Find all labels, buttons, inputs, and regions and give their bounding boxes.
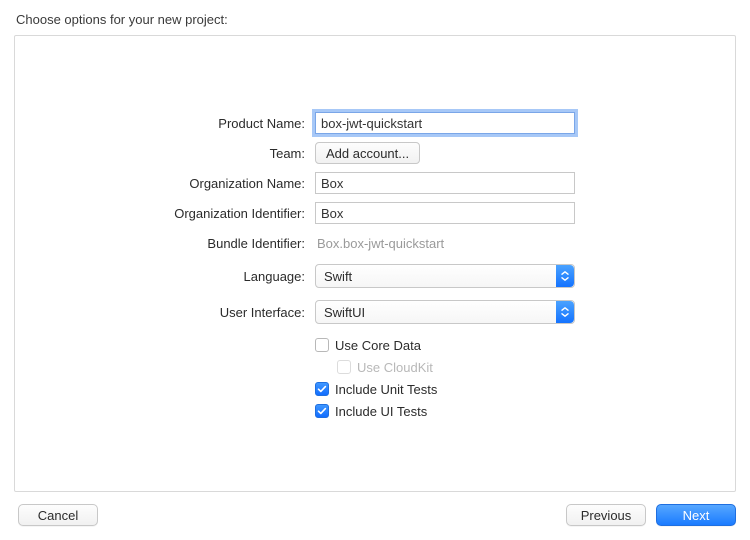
chevron-updown-icon [556,265,574,287]
chevron-updown-icon [556,301,574,323]
cancel-button[interactable]: Cancel [18,504,98,526]
org-id-input[interactable] [315,202,575,224]
bundle-id-label: Bundle Identifier: [15,236,315,251]
ui-tests-label: Include UI Tests [335,404,427,419]
next-label: Next [683,508,710,523]
options-form: Product Name: Team: Add account... Organ… [15,108,735,422]
previous-label: Previous [581,508,632,523]
product-name-label: Product Name: [15,116,315,131]
new-project-sheet: Choose options for your new project: Pro… [0,0,750,540]
add-account-button[interactable]: Add account... [315,142,420,164]
ui-value: SwiftUI [324,305,365,320]
language-select[interactable]: Swift [315,264,575,288]
unit-tests-label: Include Unit Tests [335,382,437,397]
cloudkit-checkbox: Use CloudKit [337,360,433,375]
team-label: Team: [15,146,315,161]
core-data-checkbox[interactable]: Use Core Data [315,338,421,353]
footer-buttons: Cancel Previous Next [14,504,736,526]
cloudkit-label: Use CloudKit [357,360,433,375]
checkbox-icon [337,360,351,374]
checkbox-icon [315,338,329,352]
language-value: Swift [324,269,352,284]
add-account-label: Add account... [326,146,409,161]
checkbox-icon [315,404,329,418]
cancel-label: Cancel [38,508,78,523]
product-name-input[interactable] [315,112,575,134]
sheet-title: Choose options for your new project: [16,12,736,27]
checkbox-group: Use Core Data Use CloudKit [15,334,735,422]
options-panel: Product Name: Team: Add account... Organ… [14,35,736,492]
org-name-input[interactable] [315,172,575,194]
ui-tests-checkbox[interactable]: Include UI Tests [315,404,427,419]
bundle-id-value: Box.box-jwt-quickstart [315,236,444,251]
core-data-label: Use Core Data [335,338,421,353]
checkbox-icon [315,382,329,396]
ui-select[interactable]: SwiftUI [315,300,575,324]
ui-label: User Interface: [15,305,315,320]
next-button[interactable]: Next [656,504,736,526]
org-id-label: Organization Identifier: [15,206,315,221]
unit-tests-checkbox[interactable]: Include Unit Tests [315,382,437,397]
org-name-label: Organization Name: [15,176,315,191]
previous-button[interactable]: Previous [566,504,646,526]
language-label: Language: [15,269,315,284]
